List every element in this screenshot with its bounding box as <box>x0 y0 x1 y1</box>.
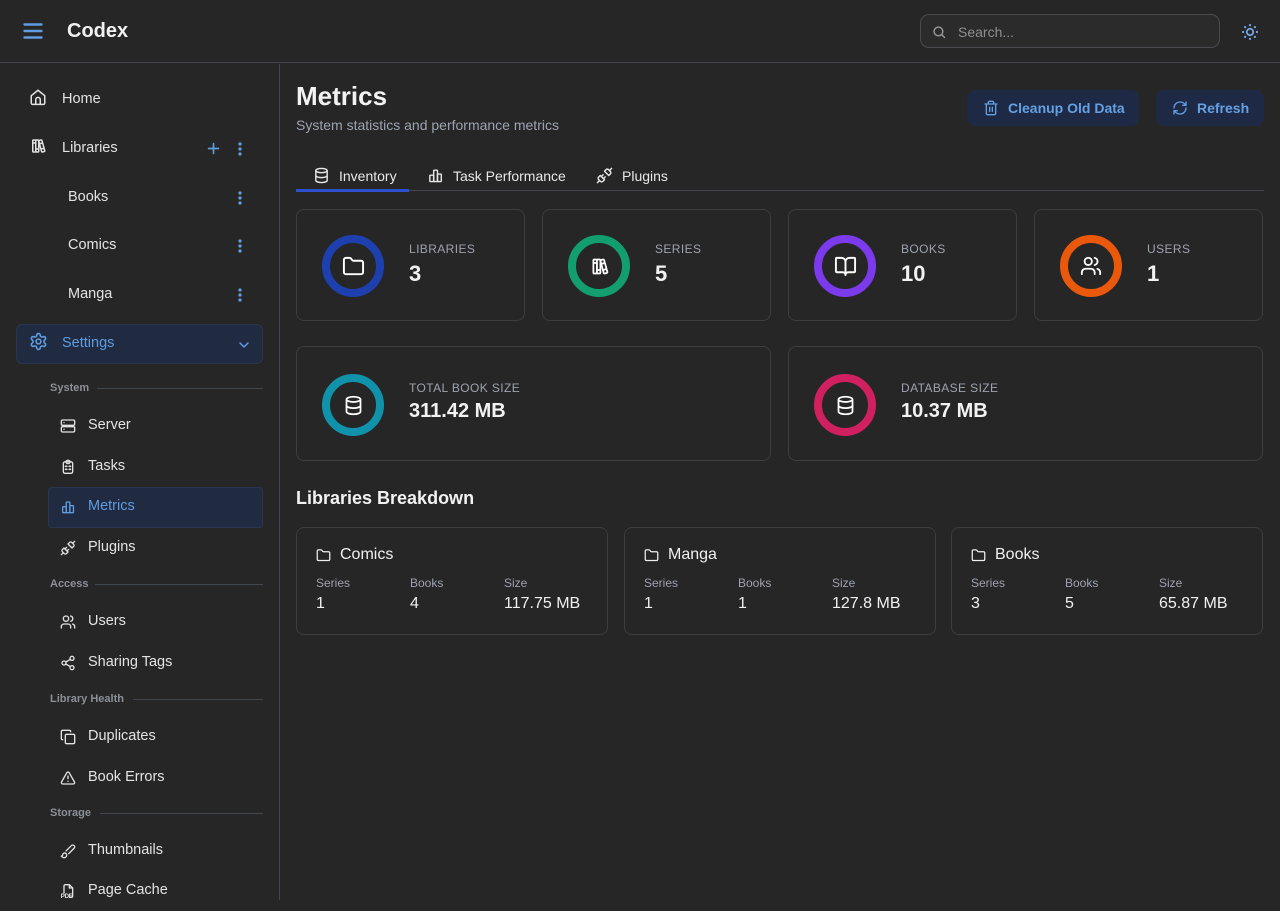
svg-text:PDF: PDF <box>61 893 73 899</box>
